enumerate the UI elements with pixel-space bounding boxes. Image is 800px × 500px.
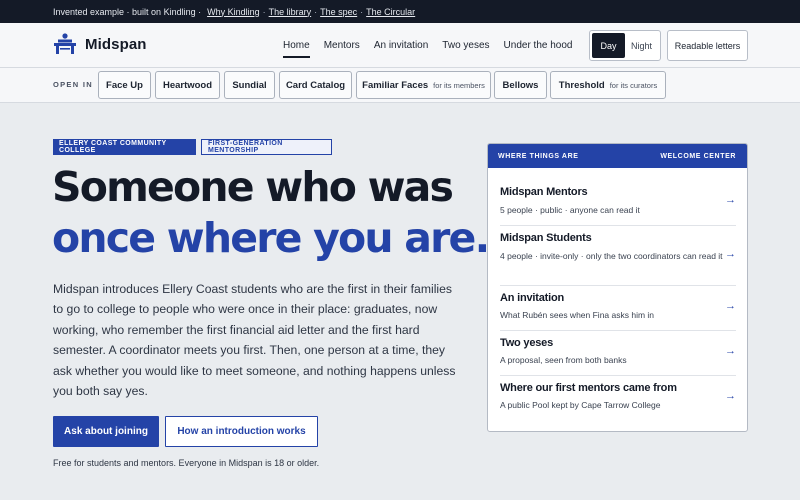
link-why-kindling[interactable]: Why Kindling [207, 7, 260, 17]
brand-home-link[interactable]: Midspan [53, 33, 147, 55]
app-name: Threshold [558, 79, 605, 91]
open-in-face-up[interactable]: Face Up [98, 71, 151, 99]
ask-about-joining-button[interactable]: Ask about joining [53, 416, 159, 447]
card-header: WHERE THINGS ARE WELCOME CENTER [488, 144, 747, 168]
app-name: Face Up [106, 79, 143, 91]
card-heading: WHERE THINGS ARE [498, 152, 579, 160]
app-name: Familiar Faces [362, 79, 429, 91]
row-desc: A proposal, seen from both banks [500, 355, 627, 365]
card-row-midspan-students[interactable]: Midspan Students 4 people · invite-only … [500, 225, 736, 285]
arrow-right-icon: → [725, 300, 736, 312]
readable-letters-button[interactable]: Readable letters [667, 30, 748, 61]
fine-print: Free for students and mentors. Everyone … [53, 458, 320, 468]
link-separator: · [262, 6, 266, 17]
program-badge: FIRST-GENERATION MENTORSHIP [201, 139, 332, 155]
card-row-two-yeses[interactable]: Two yeses A proposal, seen from both ban… [500, 330, 736, 375]
nav-two-yeses[interactable]: Two yeses [442, 36, 489, 55]
arrow-right-icon: → [725, 345, 736, 357]
nav-under-the-hood[interactable]: Under the hood [504, 36, 573, 55]
theme-night-button[interactable]: Night [625, 33, 658, 58]
row-title: Midspan Mentors [500, 186, 588, 198]
arrow-right-icon: → [725, 248, 736, 260]
link-separator: · [360, 6, 364, 17]
theme-day-button[interactable]: Day [592, 33, 625, 58]
link-the-spec[interactable]: The spec [320, 7, 357, 17]
row-desc: What Rubén sees when Fina asks him in [500, 310, 655, 320]
theme-toggle: Day Night [589, 30, 661, 61]
app-name: Heartwood [162, 79, 213, 91]
link-separator: · [314, 6, 318, 17]
open-in-threshold[interactable]: Threshold for its curators [550, 71, 666, 99]
app-name: Sundial [232, 79, 267, 91]
nav-home[interactable]: Home [283, 36, 310, 58]
arrow-right-icon: → [725, 390, 736, 402]
nav-mentors[interactable]: Mentors [324, 36, 360, 55]
how-introduction-works-button[interactable]: How an introduction works [165, 416, 318, 447]
nav-an-invitation[interactable]: An invitation [374, 36, 428, 55]
headline-line-1: Someone who was [52, 163, 454, 211]
app-name: Bellows [502, 79, 539, 91]
main-nav: Home Mentors An invitation Two yeses Und… [283, 23, 587, 68]
headline-line-2: once where you are. [52, 214, 490, 262]
row-title: Where our first mentors came from [500, 382, 677, 394]
app-sub: for its curators [609, 80, 658, 90]
card-heading-right: WELCOME CENTER [660, 152, 736, 160]
row-desc: 5 people · public · anyone can read it [500, 205, 640, 215]
site-header: Midspan Home Mentors An invitation Two y… [0, 23, 800, 68]
open-in-label: OPEN IN [53, 80, 93, 89]
bench-figure-icon [54, 33, 76, 54]
card-row-midspan-mentors[interactable]: Midspan Mentors 5 people · public · anyo… [500, 181, 736, 225]
row-title: An invitation [500, 292, 565, 304]
app-name: Card Catalog [285, 79, 346, 91]
link-the-circular[interactable]: The Circular [366, 7, 415, 17]
where-things-are-card: WHERE THINGS ARE WELCOME CENTER Midspan … [487, 143, 748, 432]
college-badge: ELLERY COAST COMMUNITY COLLEGE [53, 139, 196, 155]
open-in-familiar-faces[interactable]: Familiar Faces for its members [356, 71, 491, 99]
hero-lead: Midspan introduces Ellery Coast students… [53, 282, 456, 399]
top-strip-prefix: Invented example · built on Kindling · [53, 6, 202, 17]
open-in-bar: OPEN IN Face Up Heartwood Sundial Card C… [0, 68, 800, 103]
open-in-card-catalog[interactable]: Card Catalog [279, 71, 352, 99]
open-in-heartwood[interactable]: Heartwood [155, 71, 220, 99]
row-title: Two yeses [500, 337, 554, 349]
card-row-first-mentors[interactable]: Where our first mentors came from A publ… [500, 375, 736, 420]
open-in-sundial[interactable]: Sundial [224, 71, 275, 99]
top-strip: Invented example · built on Kindling · W… [0, 0, 800, 23]
open-in-bellows[interactable]: Bellows [494, 71, 547, 99]
app-sub: for its members [433, 80, 485, 90]
link-the-library[interactable]: The library [269, 7, 312, 17]
row-desc: 4 people · invite-only · only the two co… [500, 251, 723, 261]
brand-name: Midspan [85, 35, 147, 53]
row-desc: A public Pool kept by Cape Tarrow Colleg… [500, 400, 661, 410]
arrow-right-icon: → [725, 194, 736, 206]
card-row-an-invitation[interactable]: An invitation What Rubén sees when Fina … [500, 285, 736, 330]
row-title: Midspan Students [500, 232, 592, 244]
